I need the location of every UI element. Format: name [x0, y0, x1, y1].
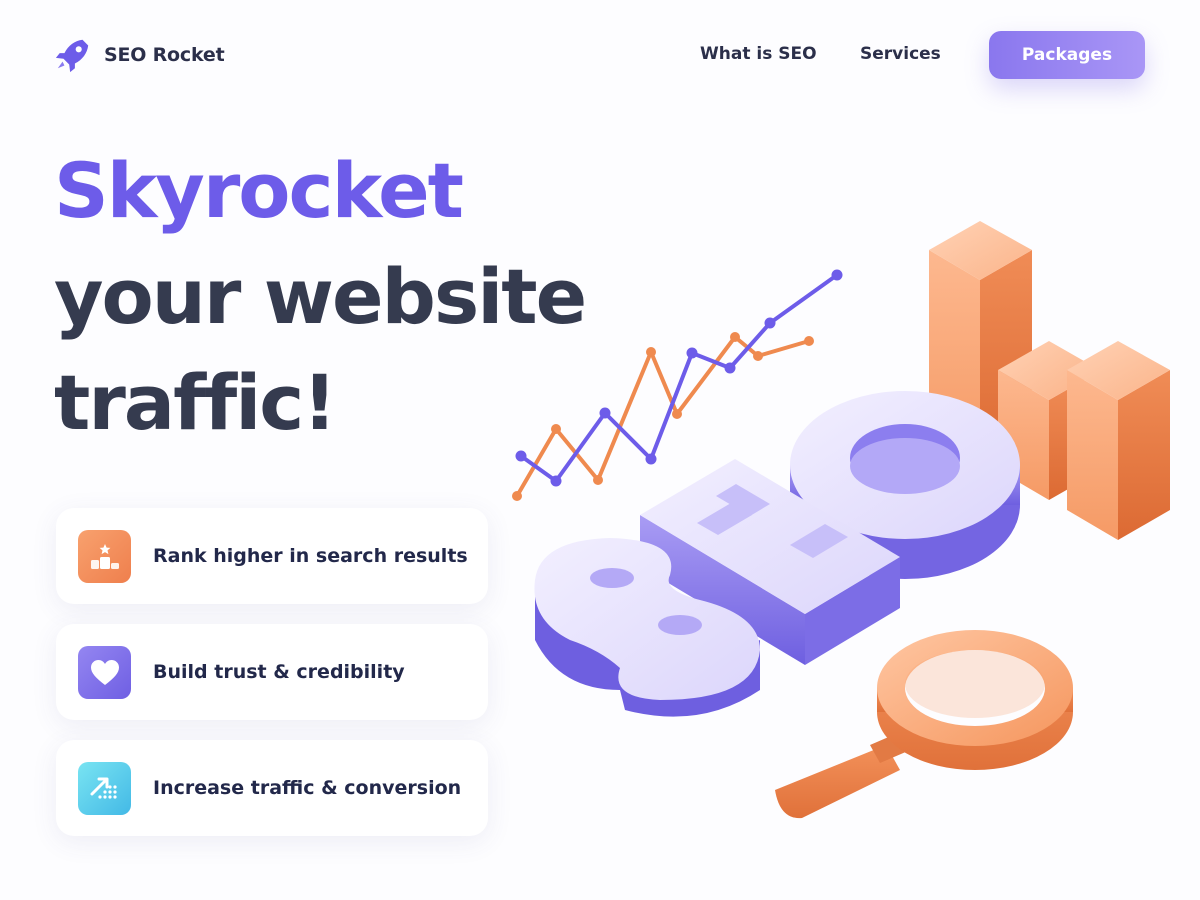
nav-link-services[interactable]: Services — [860, 44, 941, 64]
nav-link-what-is-seo[interactable]: What is SEO — [700, 44, 817, 64]
heart-icon — [78, 645, 131, 699]
feature-label: Build trust & credibility — [153, 661, 405, 683]
brand-name: SEO Rocket — [104, 44, 225, 66]
growth-arrow-icon — [78, 761, 131, 815]
brand-logo[interactable]: SEO Rocket — [54, 36, 225, 74]
feature-card-traffic: Increase traffic & conversion — [56, 740, 488, 836]
podium-icon — [78, 529, 131, 583]
rocket-icon — [55, 39, 89, 73]
seo-illustration — [512, 221, 1170, 819]
feature-card-trust: Build trust & credibility — [56, 624, 488, 720]
top-navigation: SEO Rocket What is SEO Services Packages — [0, 0, 1200, 110]
feature-list: Rank higher in search results Build trus… — [56, 508, 488, 856]
magnifier — [775, 630, 1073, 819]
feature-card-rank: Rank higher in search results — [56, 508, 488, 604]
packages-button[interactable]: Packages — [989, 31, 1145, 79]
feature-label: Increase traffic & conversion — [153, 777, 462, 799]
feature-label: Rank higher in search results — [153, 545, 468, 567]
